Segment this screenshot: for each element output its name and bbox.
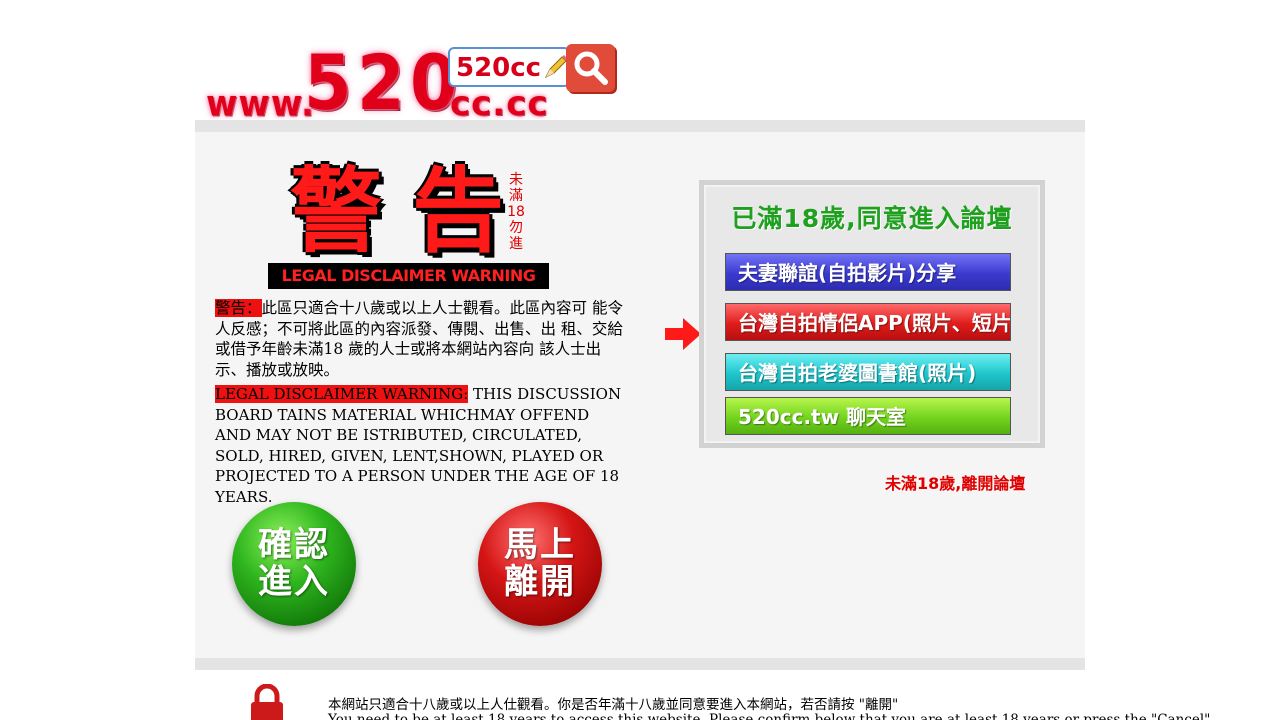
forum-entry-box: 已滿18歲,同意進入論壇 夫妻聯誼(自拍影片)分享 台灣自拍情侶APP(照片、短… (699, 180, 1045, 448)
forum-link-wife-library[interactable]: 台灣自拍老婆圖書館(照片) (725, 353, 1011, 391)
warning-title-char-2: 告 (412, 158, 505, 265)
logo-domain-suffix: cc.cc (450, 84, 549, 124)
forum-link-couples-app[interactable]: 台灣自拍情侶APP(照片、短片) (725, 303, 1011, 341)
footer-en-notice: You need to be at least 18 years to acce… (328, 712, 1211, 720)
forum-title: 已滿18歲,同意進入論壇 (731, 204, 1013, 233)
leave-now-label: 馬上離開 (504, 525, 576, 602)
logo-search-box: 520cc (448, 47, 570, 87)
footer-zh-notice: 本網站只適合十八歲或以上人仕觀看。你是否年滿十八歲並同意要進入本網站，若否請按 … (328, 697, 899, 713)
zh-warning-label: 警告： (215, 299, 262, 317)
confirm-enter-label: 確認進入 (258, 525, 330, 602)
arrow-right-icon (665, 318, 701, 350)
en-warning-body: THIS DISCUSSION BOARD TAINS MATERIAL WHI… (215, 385, 622, 506)
logo-www: www. (206, 83, 315, 125)
zh-warning-body: 此區只適合十八歲或以上人士觀看。此區內容可 能令人反感；不可將此區的內容派發、傳… (215, 299, 623, 379)
forum-link-couples-video[interactable]: 夫妻聯誼(自拍影片)分享 (725, 253, 1011, 291)
main-panel: 警 告 未滿18勿進 LEGAL DISCLAIMER WARNING 警告：此… (195, 120, 1085, 670)
en-warning-text: LEGAL DISCLAIMER WARNING: THIS DISCUSSIO… (215, 384, 627, 507)
forum-link-chatroom[interactable]: 520cc.tw 聊天室 (725, 397, 1011, 435)
warning-title-char-1: 警 (290, 158, 383, 265)
en-warning-label: LEGAL DISCLAIMER WARNING: (215, 385, 469, 403)
logo-search-text: 520cc (456, 53, 542, 83)
zh-warning-text: 警告：此區只適合十八歲或以上人士觀看。此區內容可 能令人反感；不可將此區的內容派… (215, 298, 625, 380)
logo-number: 520 (304, 38, 463, 127)
search-icon (574, 51, 608, 85)
confirm-enter-button[interactable]: 確認進入 (232, 502, 356, 626)
under-18-note: 未滿18勿進 (507, 172, 525, 252)
site-logo[interactable]: www. 520 cc.cc 520cc (200, 38, 630, 127)
search-button[interactable] (566, 44, 615, 92)
leave-forum-link[interactable]: 未滿18歲,離開論壇 (885, 470, 1025, 494)
warning-title: 警 告 (290, 162, 520, 262)
lock-icon (251, 684, 283, 720)
leave-now-button[interactable]: 馬上離開 (478, 502, 602, 626)
legal-disclaimer-banner: LEGAL DISCLAIMER WARNING (268, 263, 549, 289)
